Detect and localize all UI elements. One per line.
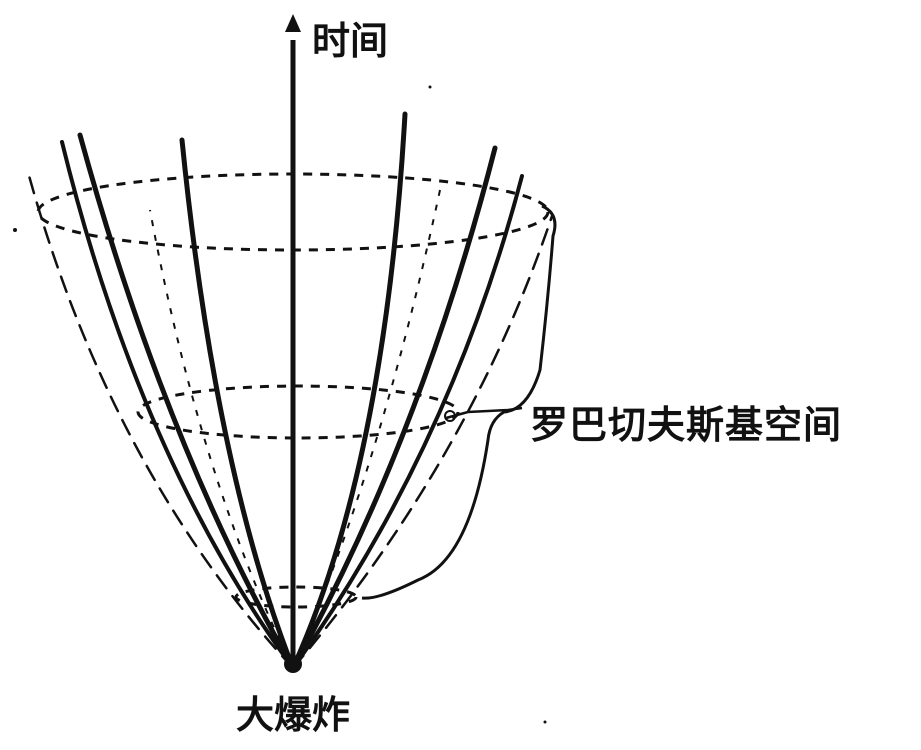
big-bang-label: 大爆炸 xyxy=(236,693,351,737)
worldlines xyxy=(26,111,554,671)
cosmology-diagram xyxy=(13,14,557,724)
lobachevsky-space-label: 罗巴切夫斯基空间 xyxy=(530,403,843,447)
worldline-outer-right-dashed xyxy=(291,214,554,670)
time-axis-label: 时间 xyxy=(312,19,389,63)
time-arrow-head xyxy=(285,14,301,32)
big-bang-point xyxy=(284,655,302,673)
speck xyxy=(428,85,432,89)
worldline-left-1 xyxy=(60,140,295,670)
speck xyxy=(543,720,547,724)
time-axis xyxy=(285,14,301,668)
speck xyxy=(13,228,17,232)
worldline-left-3 xyxy=(179,137,296,671)
